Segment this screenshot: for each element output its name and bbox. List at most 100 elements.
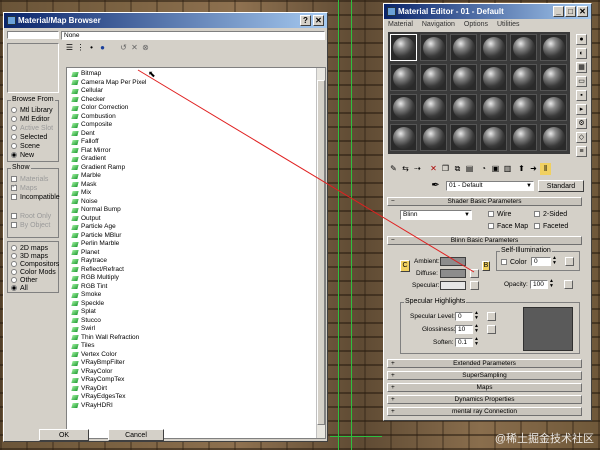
map-list-item[interactable]: Composite: [67, 121, 325, 130]
material-sample-slot[interactable]: [420, 64, 447, 91]
lock-ambient-diffuse-button[interactable]: C: [400, 260, 410, 272]
map-list-item[interactable]: Flat Mirror: [67, 147, 325, 156]
map-list-item[interactable]: Particle MBlur: [67, 232, 325, 241]
material-effects-icon[interactable]: ‖: [540, 163, 551, 175]
chevron-down-icon[interactable]: ▼: [464, 211, 470, 219]
maps-rollout[interactable]: + Maps: [387, 383, 582, 392]
put-to-scene-icon[interactable]: ⇆: [400, 163, 411, 175]
material-type-button[interactable]: Standard: [538, 180, 584, 192]
map-list-item[interactable]: Swirl: [67, 325, 325, 334]
make-unique-icon[interactable]: ⧉: [452, 163, 463, 175]
map-list-item[interactable]: Mask: [67, 181, 325, 190]
diffuse-color-swatch[interactable]: [440, 269, 466, 278]
material-sample-slot[interactable]: [540, 124, 567, 151]
video-color-check-icon[interactable]: ▪: [576, 90, 587, 101]
make-copy-icon[interactable]: ❐: [440, 163, 451, 175]
get-material-icon[interactable]: ✎: [388, 163, 399, 175]
map-list[interactable]: Bitmap Camera Map Per Pixel Cellular Checke…: [66, 67, 326, 439]
browse-from-mtl-editor[interactable]: Mtl Editor: [11, 115, 50, 124]
cancel-button[interactable]: Cancel: [108, 429, 164, 441]
clear-icon[interactable]: ⊗: [140, 42, 151, 54]
map-list-scrollbar[interactable]: [316, 68, 325, 438]
map-list-item[interactable]: Raytrace: [67, 257, 325, 266]
help-button[interactable]: ?: [300, 15, 311, 26]
category-all[interactable]: All: [11, 284, 28, 293]
map-list-item[interactable]: Speckle: [67, 300, 325, 309]
browse-from-mtl-library[interactable]: Mtl Library: [11, 106, 53, 115]
browse-from-scene[interactable]: Scene: [11, 142, 40, 151]
map-list-item[interactable]: Normal Bump: [67, 206, 325, 215]
specular-level-field[interactable]: 0: [455, 312, 473, 321]
self-illum-map-button[interactable]: [565, 257, 574, 266]
map-list-item[interactable]: Dent: [67, 130, 325, 139]
by-object-checkbox[interactable]: By Object: [11, 221, 50, 230]
map-list-item[interactable]: VRayDirt: [67, 385, 325, 394]
material-sample-slot[interactable]: [450, 34, 477, 61]
material-id-channel-icon[interactable]: ◔: [478, 163, 489, 175]
sample-type-icon[interactable]: ●: [576, 34, 587, 45]
assign-to-selection-icon[interactable]: ⇢: [412, 163, 423, 175]
material-sample-slot[interactable]: [390, 64, 417, 91]
close-button[interactable]: ✕: [313, 15, 324, 26]
spinner-icon[interactable]: ▲ ▼: [552, 256, 557, 266]
material-sample-slot[interactable]: [480, 94, 507, 121]
material-sample-slot[interactable]: [420, 34, 447, 61]
material-sample-slot[interactable]: [390, 124, 417, 151]
ok-button[interactable]: OK: [39, 429, 89, 441]
material-sample-slot[interactable]: [480, 124, 507, 151]
map-list-item[interactable]: Tiles: [67, 342, 325, 351]
map-list-item[interactable]: Falloff: [67, 138, 325, 147]
material-sample-slot[interactable]: [390, 94, 417, 121]
shader-type-dropdown[interactable]: Blinn ▼: [400, 210, 472, 220]
browse-from-selected[interactable]: Selected: [11, 133, 47, 142]
browse-from-active-slot[interactable]: Active Slot: [11, 124, 53, 133]
material-sample-slot[interactable]: [510, 124, 537, 151]
map-list-item[interactable]: Output: [67, 215, 325, 224]
lock-diffuse-specular-button[interactable]: B: [482, 261, 490, 271]
list-icons-view-icon[interactable]: ⋮: [75, 42, 86, 54]
material-sample-slot[interactable]: [420, 94, 447, 121]
root-only-checkbox[interactable]: Root Only: [11, 212, 51, 221]
map-list-item[interactable]: Gradient Ramp: [67, 164, 325, 173]
glossiness-field[interactable]: 10: [455, 325, 473, 334]
specular-map-button[interactable]: [470, 281, 479, 290]
map-name-field[interactable]: None: [61, 31, 325, 40]
opacity-map-button[interactable]: [564, 280, 573, 289]
material-sample-slot[interactable]: [480, 34, 507, 61]
large-icons-view-icon[interactable]: ●: [97, 42, 108, 54]
extended-parameters-rollout[interactable]: + Extended Parameters: [387, 359, 582, 368]
map-list-item[interactable]: Checker: [67, 96, 325, 105]
specular-level-map-button[interactable]: [487, 312, 496, 321]
soften-field[interactable]: 0.1: [455, 338, 473, 347]
put-to-library-icon[interactable]: ▤: [464, 163, 475, 175]
material-sample-slot[interactable]: [510, 64, 537, 91]
material-sample-slot[interactable]: [480, 64, 507, 91]
name-field-left[interactable]: [7, 31, 59, 39]
map-list-item[interactable]: Reflect/Refract: [67, 266, 325, 275]
shader-basic-parameters-rollout[interactable]: − Shader Basic Parameters: [387, 197, 582, 206]
material-sample-slot[interactable]: [450, 94, 477, 121]
spinner-icon[interactable]: ▲ ▼: [474, 337, 479, 347]
go-to-parent-icon[interactable]: ⬆: [516, 163, 527, 175]
list-view-icon[interactable]: ☰: [64, 42, 75, 54]
menu-options[interactable]: Options: [464, 21, 488, 28]
scrollbar-thumb[interactable]: [317, 80, 325, 425]
map-list-item[interactable]: Stucco: [67, 317, 325, 326]
options-icon[interactable]: ⚙: [576, 118, 587, 129]
material-sample-slot[interactable]: [450, 64, 477, 91]
material-sample-slot[interactable]: [510, 34, 537, 61]
map-list-item[interactable]: RGB Multiply: [67, 274, 325, 283]
supersampling-rollout[interactable]: + SuperSampling: [387, 371, 582, 380]
background-icon[interactable]: ▦: [576, 62, 587, 73]
browse-from-new[interactable]: New: [11, 151, 34, 160]
opacity-value-field[interactable]: 100: [530, 280, 548, 289]
map-list-item[interactable]: Mix: [67, 189, 325, 198]
map-list-item[interactable]: Smoke: [67, 291, 325, 300]
map-list-item[interactable]: Perlin Marble: [67, 240, 325, 249]
reset-map-icon[interactable]: ✕: [428, 163, 439, 175]
spinner-icon[interactable]: ▲ ▼: [474, 324, 479, 334]
map-list-item[interactable]: Splat: [67, 308, 325, 317]
maximize-button[interactable]: □: [565, 6, 576, 17]
small-icons-view-icon[interactable]: •: [86, 42, 97, 54]
material-sample-slot[interactable]: [450, 124, 477, 151]
